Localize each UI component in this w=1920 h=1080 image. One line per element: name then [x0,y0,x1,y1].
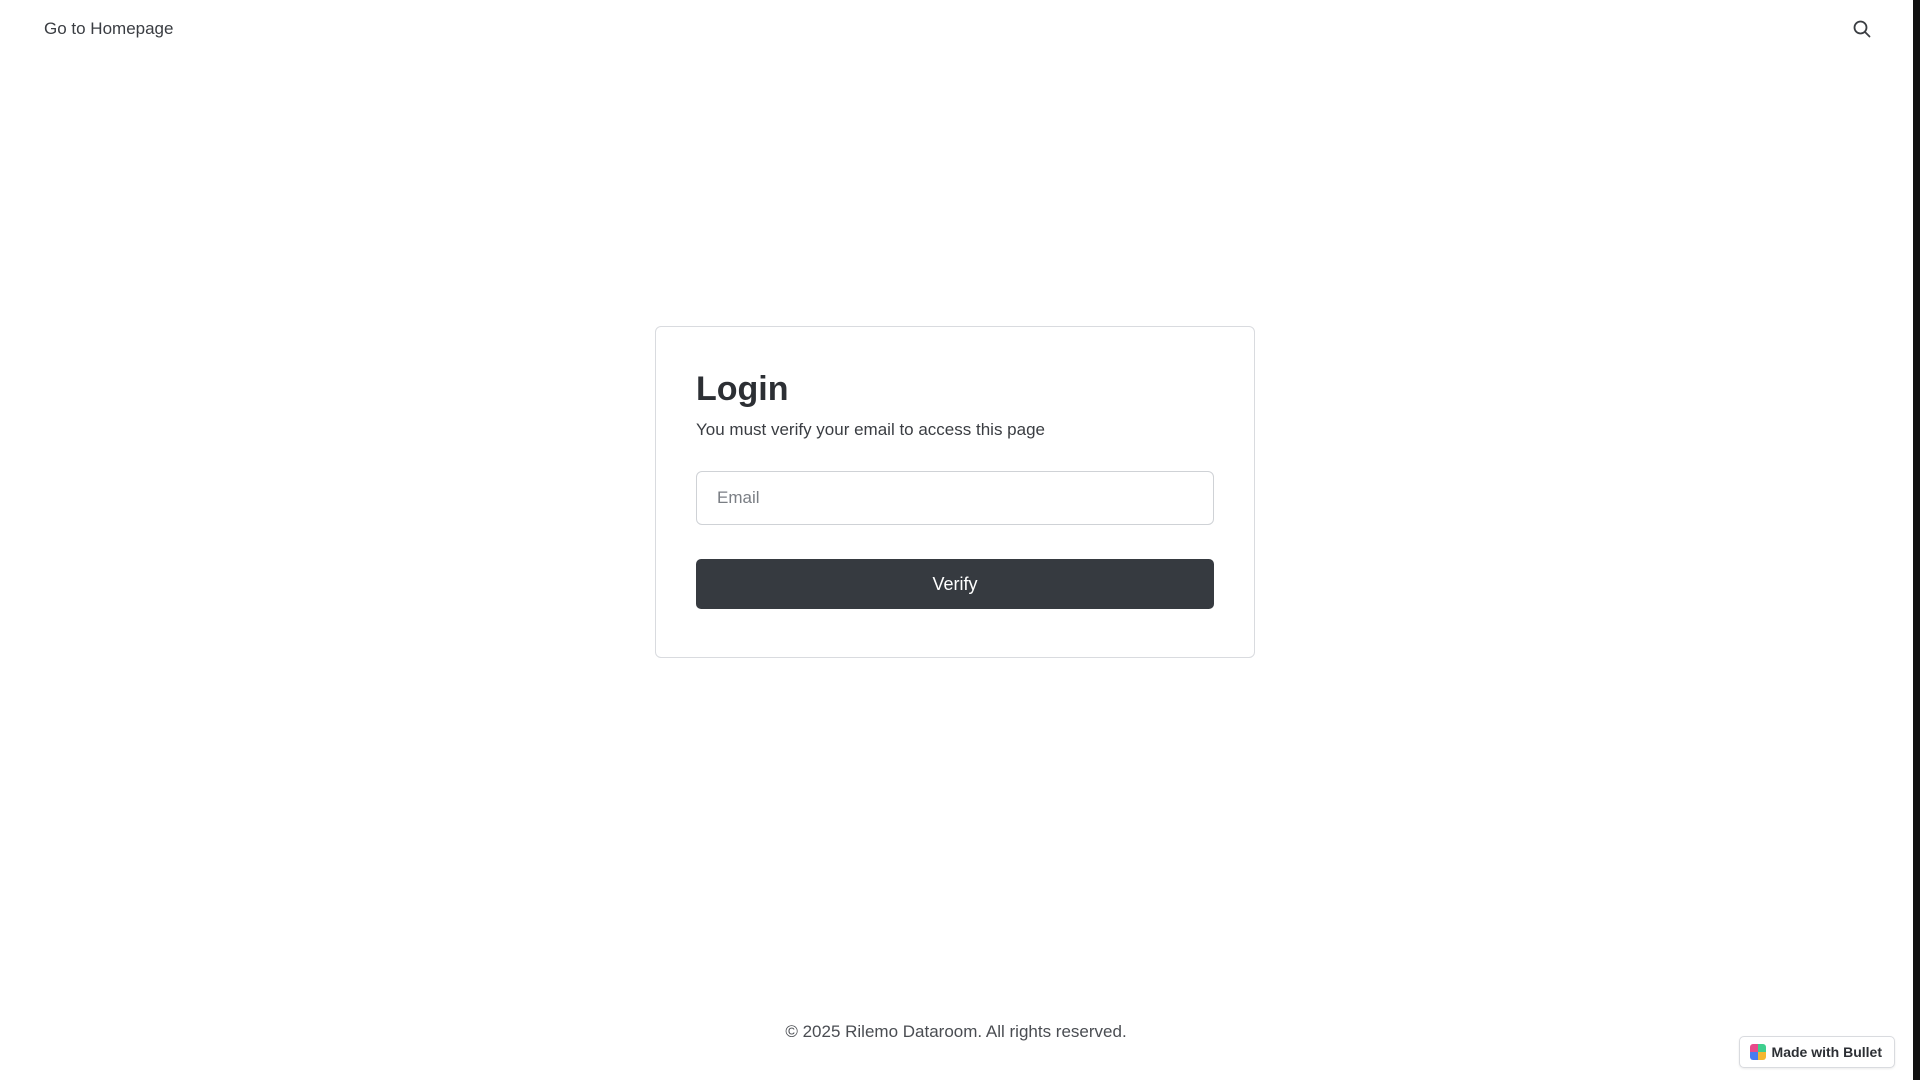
made-with-bullet-badge[interactable]: Made with Bullet [1738,1036,1895,1068]
page: Go to Homepage Login You must verify you… [0,0,1920,1080]
bullet-logo-icon [1749,1044,1766,1060]
email-input[interactable] [696,471,1214,525]
footer-copyright: © 2025 Rilemo Dataroom. All rights reser… [785,1022,1127,1041]
top-bar: Go to Homepage [0,0,1912,60]
badge-label: Made with Bullet [1771,1044,1882,1060]
go-to-homepage-link[interactable]: Go to Homepage [44,19,173,39]
scrollbar[interactable] [1913,0,1920,1080]
verify-button[interactable]: Verify [696,559,1214,609]
search-button[interactable] [1850,17,1874,41]
search-icon [1853,20,1871,38]
login-subtitle: You must verify your email to access thi… [696,420,1045,439]
login-title: Login [696,370,789,408]
login-card: Login You must verify your email to acce… [655,326,1255,658]
